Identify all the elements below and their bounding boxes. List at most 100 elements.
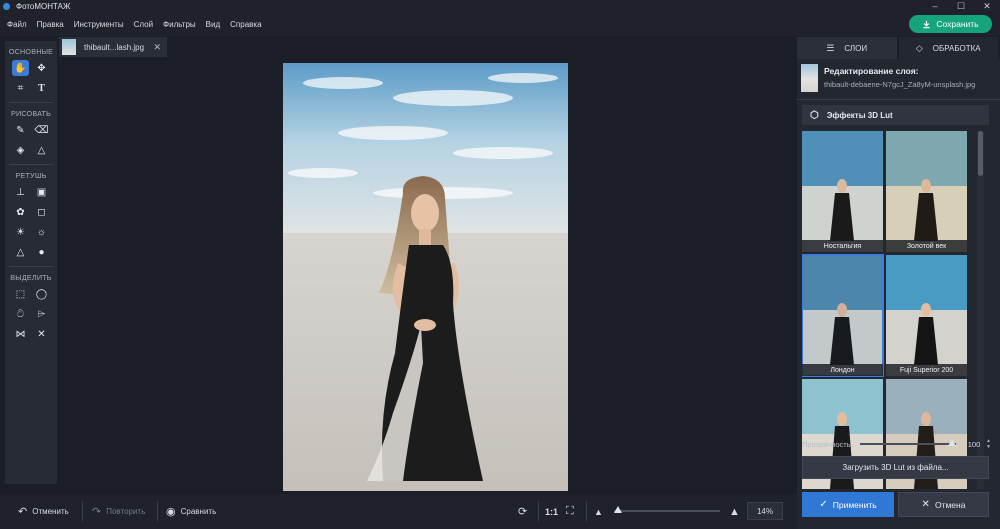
rect-select-icon[interactable]: ⬚ bbox=[12, 286, 29, 302]
menu-edit[interactable]: Правка bbox=[37, 20, 64, 29]
preset-scrollbar[interactable] bbox=[977, 131, 984, 489]
opacity-control: Прозрачность 100 ▲ ▼ bbox=[802, 437, 992, 451]
darken-tool-icon[interactable]: ☼ bbox=[33, 224, 50, 240]
menu-filters[interactable]: Фильтры bbox=[163, 20, 196, 29]
tab-processing[interactable]: ◇ ОБРАБОТКА bbox=[898, 37, 1000, 59]
preset-image bbox=[802, 255, 883, 376]
opacity-slider[interactable] bbox=[860, 439, 956, 446]
menu-view[interactable]: Вид bbox=[206, 20, 220, 29]
photo-image bbox=[283, 63, 568, 491]
document-name: thibault...lash.jpg bbox=[84, 42, 145, 52]
tab-layers-label: СЛОИ bbox=[844, 43, 868, 53]
preset-label: Золотой век bbox=[886, 240, 967, 252]
apply-label: Применить bbox=[832, 499, 877, 510]
stamp-tool-icon[interactable]: ⊥ bbox=[12, 184, 29, 200]
app-logo-icon bbox=[3, 2, 10, 10]
undo-label: Отменить bbox=[32, 507, 69, 516]
patch-tool-icon[interactable]: ▣ bbox=[33, 184, 50, 200]
bottom-divider bbox=[586, 501, 587, 521]
undo-icon: ↶ bbox=[18, 506, 28, 518]
preset-thumbnail[interactable]: Золотой век bbox=[886, 131, 967, 252]
opacity-slider-handle[interactable] bbox=[948, 439, 956, 446]
move-tool-icon[interactable]: ✥ bbox=[33, 60, 50, 76]
tool-divider bbox=[9, 102, 53, 103]
zoom-slider[interactable] bbox=[614, 506, 720, 513]
shapes-tool-icon[interactable]: △ bbox=[33, 142, 50, 158]
eraser-tool-icon[interactable]: ⌫ bbox=[33, 122, 50, 138]
drop-tool-icon[interactable]: ● bbox=[33, 244, 50, 260]
close-tab-icon[interactable]: ✕ bbox=[153, 42, 161, 53]
fill-tool-icon[interactable]: ◈ bbox=[12, 142, 29, 158]
text-tool-icon[interactable]: T bbox=[33, 80, 50, 96]
save-button-label: Сохранить bbox=[936, 19, 979, 29]
title-bar: ФотоМОНТАЖ – ☐ ✕ bbox=[0, 0, 1000, 12]
rotate-icon: ⟳ bbox=[518, 506, 528, 518]
sharpen-tool-icon[interactable]: △ bbox=[12, 244, 29, 260]
lasso-icon[interactable]: ට bbox=[12, 306, 29, 322]
save-button[interactable]: Сохранить bbox=[909, 15, 992, 33]
apply-button[interactable]: ✓ Применить bbox=[802, 492, 894, 517]
bottom-divider bbox=[538, 501, 539, 521]
healing-tool-icon[interactable]: ✿ bbox=[12, 204, 29, 220]
zoom-out-icon[interactable]: ▲ bbox=[594, 494, 603, 529]
preset-image bbox=[886, 131, 967, 252]
magic-wand-icon[interactable]: ✕ bbox=[33, 326, 50, 342]
compare-button[interactable]: ◉ Сравнить bbox=[166, 494, 216, 529]
minimize-icon[interactable]: – bbox=[922, 0, 948, 12]
load-3d-lut-button[interactable]: Загрузить 3D Lut из файла... bbox=[802, 456, 989, 479]
preset-thumbnail-selected[interactable]: Лондон bbox=[802, 254, 884, 377]
bottom-divider bbox=[157, 501, 158, 521]
check-icon: ✓ bbox=[819, 499, 828, 510]
document-thumbnail bbox=[62, 39, 76, 55]
eye-icon: ◉ bbox=[166, 506, 176, 518]
undo-button[interactable]: ↶ Отменить bbox=[18, 494, 69, 529]
brush-tool-icon[interactable]: ✎ bbox=[12, 122, 29, 138]
preset-thumbnail[interactable]: Ностальгия bbox=[802, 131, 883, 252]
crop-tool-icon[interactable]: ⌗ bbox=[12, 80, 29, 96]
opacity-spinner-icon[interactable]: ▲ ▼ bbox=[986, 438, 991, 450]
opacity-value[interactable]: 100 bbox=[964, 437, 984, 451]
actual-size-button[interactable]: 1:1 bbox=[545, 494, 558, 529]
menu-tools[interactable]: Инструменты bbox=[74, 20, 124, 29]
menu-help[interactable]: Справка bbox=[230, 20, 261, 29]
layers-icon: ◇ bbox=[915, 42, 923, 53]
opacity-label: Прозрачность bbox=[802, 439, 851, 449]
right-panel-tabs: ☰ СЛОИ ◇ ОБРАБОТКА bbox=[797, 37, 1000, 59]
ellipse-select-icon[interactable]: ◯ bbox=[33, 286, 50, 302]
preset-image bbox=[886, 255, 967, 376]
tool-group-basic: ОСНОВНЫЕ bbox=[8, 47, 54, 56]
cancel-label: Отмена bbox=[934, 499, 966, 510]
compare-label: Сравнить bbox=[180, 507, 217, 516]
document-tab[interactable]: thibault...lash.jpg ✕ bbox=[59, 37, 167, 57]
redo-label: Повторить bbox=[106, 507, 146, 516]
download-icon bbox=[923, 20, 931, 28]
zoom-in-icon[interactable]: ▲ bbox=[729, 494, 740, 529]
preset-thumbnail[interactable]: Fuji Superior 200 bbox=[886, 255, 967, 376]
menu-layer[interactable]: Слой bbox=[134, 20, 153, 29]
bottom-toolbar: ↶ Отменить ↷ Повторить ◉ Сравнить ⟳ 1:1 … bbox=[0, 494, 797, 529]
close-icon[interactable]: ✕ bbox=[974, 0, 1000, 12]
scrollbar-thumb[interactable] bbox=[978, 131, 983, 176]
canvas-area[interactable] bbox=[58, 58, 796, 492]
polygon-lasso-icon[interactable]: ⌲ bbox=[33, 306, 50, 322]
lighten-tool-icon[interactable]: ☀ bbox=[12, 224, 29, 240]
rotate-view-button[interactable]: ⟳ bbox=[518, 494, 527, 529]
fit-screen-button[interactable]: ⛶ bbox=[566, 494, 574, 529]
redo-button[interactable]: ↷ Повторить bbox=[92, 494, 145, 529]
zoom-input[interactable]: 14% bbox=[747, 502, 783, 520]
menu-file[interactable]: Файл bbox=[7, 20, 27, 29]
effects-header[interactable]: ⬡ Эффекты 3D Lut bbox=[802, 105, 989, 125]
right-panel: Редактирование слоя: thibault-debaene-N7… bbox=[797, 59, 1000, 529]
blur-tool-icon[interactable]: ◻ bbox=[33, 204, 50, 220]
cancel-button[interactable]: ✕ Отмена bbox=[898, 492, 989, 517]
magnetic-lasso-icon[interactable]: ⋈ bbox=[12, 326, 29, 342]
cube-icon: ⬡ bbox=[810, 109, 819, 121]
tool-divider bbox=[9, 266, 53, 267]
layer-edit-title: Редактирование слоя: bbox=[824, 66, 919, 76]
hand-tool-icon[interactable]: ✋ bbox=[12, 60, 29, 76]
zoom-slider-handle[interactable] bbox=[614, 506, 622, 513]
maximize-icon[interactable]: ☐ bbox=[948, 0, 974, 12]
panel-divider bbox=[797, 99, 1000, 100]
sliders-icon: ☰ bbox=[826, 42, 835, 53]
tab-layers[interactable]: ☰ СЛОИ bbox=[797, 37, 899, 59]
